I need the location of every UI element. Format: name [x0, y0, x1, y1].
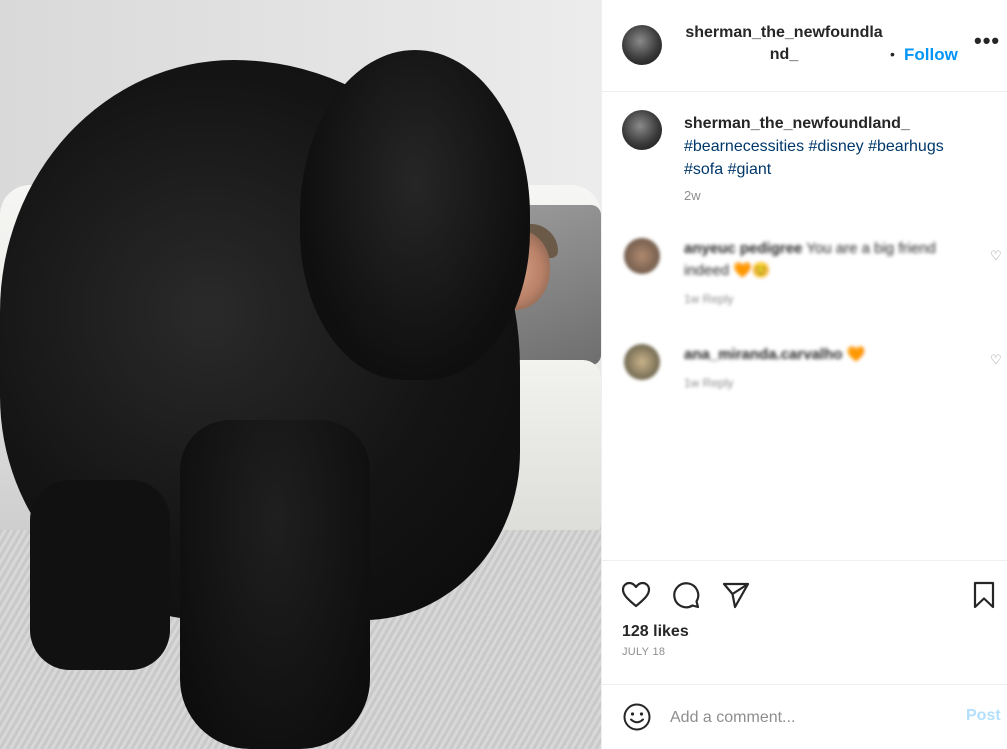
comment-text: anyeuc pedigree You are a big friend ind…	[684, 238, 964, 282]
comment-body: 🧡	[846, 346, 866, 363]
photo-dog-head	[300, 50, 530, 380]
paper-plane-icon[interactable]	[720, 579, 752, 611]
header-avatar[interactable]	[622, 25, 662, 65]
comment-item: anyeuc pedigree You are a big friend ind…	[602, 232, 1007, 312]
add-comment-bar: Post	[602, 684, 1007, 749]
comment-input[interactable]	[670, 705, 950, 731]
header-username[interactable]: sherman_the_newfoundland_	[684, 22, 884, 66]
photo-dog-leg	[180, 420, 370, 749]
caption-timestamp[interactable]: 2w	[684, 188, 701, 203]
caption-username[interactable]: sherman_the_newfoundland_	[684, 112, 984, 135]
post-header: sherman_the_newfoundland_ • Follow •••	[602, 0, 1007, 92]
photo-dog-leg	[30, 480, 170, 670]
post-date[interactable]: JULY 18	[622, 646, 665, 658]
comment-username[interactable]: ana_miranda.carvalho	[684, 346, 842, 363]
likes-count[interactable]: 128 likes	[622, 623, 689, 641]
post-side-panel: sherman_the_newfoundland_ • Follow ••• s…	[601, 0, 1007, 749]
comment-like-icon[interactable]: ♡	[990, 352, 1002, 368]
more-options-icon[interactable]: •••	[974, 28, 1000, 54]
comment-username[interactable]: anyeuc pedigree	[684, 240, 802, 257]
comment-item: ana_miranda.carvalho 🧡 1w Reply ♡	[602, 340, 1007, 420]
comment-avatar[interactable]	[624, 344, 660, 380]
comment-avatar[interactable]	[624, 238, 660, 274]
separator-dot: •	[890, 46, 895, 62]
post-photo[interactable]	[0, 0, 601, 749]
post-comment-button[interactable]: Post	[966, 707, 1001, 725]
heart-icon[interactable]	[620, 579, 652, 611]
bookmark-icon[interactable]	[968, 579, 1000, 611]
caption-text: sherman_the_newfoundland_ #bearnecessiti…	[684, 112, 984, 181]
follow-button[interactable]: Follow	[904, 45, 958, 65]
smiley-icon[interactable]	[622, 702, 652, 732]
comment-meta[interactable]: 1w Reply	[684, 376, 733, 390]
post-actions: 128 likes JULY 18	[602, 560, 1007, 684]
caption-hashtags[interactable]: #bearnecessities #disney #bearhugs #sofa…	[684, 138, 944, 178]
caption-avatar[interactable]	[622, 110, 662, 150]
comment-like-icon[interactable]: ♡	[990, 248, 1002, 264]
comment-meta[interactable]: 1w Reply	[684, 292, 733, 306]
comment-text: ana_miranda.carvalho 🧡	[684, 344, 964, 366]
comment-icon[interactable]	[670, 579, 702, 611]
